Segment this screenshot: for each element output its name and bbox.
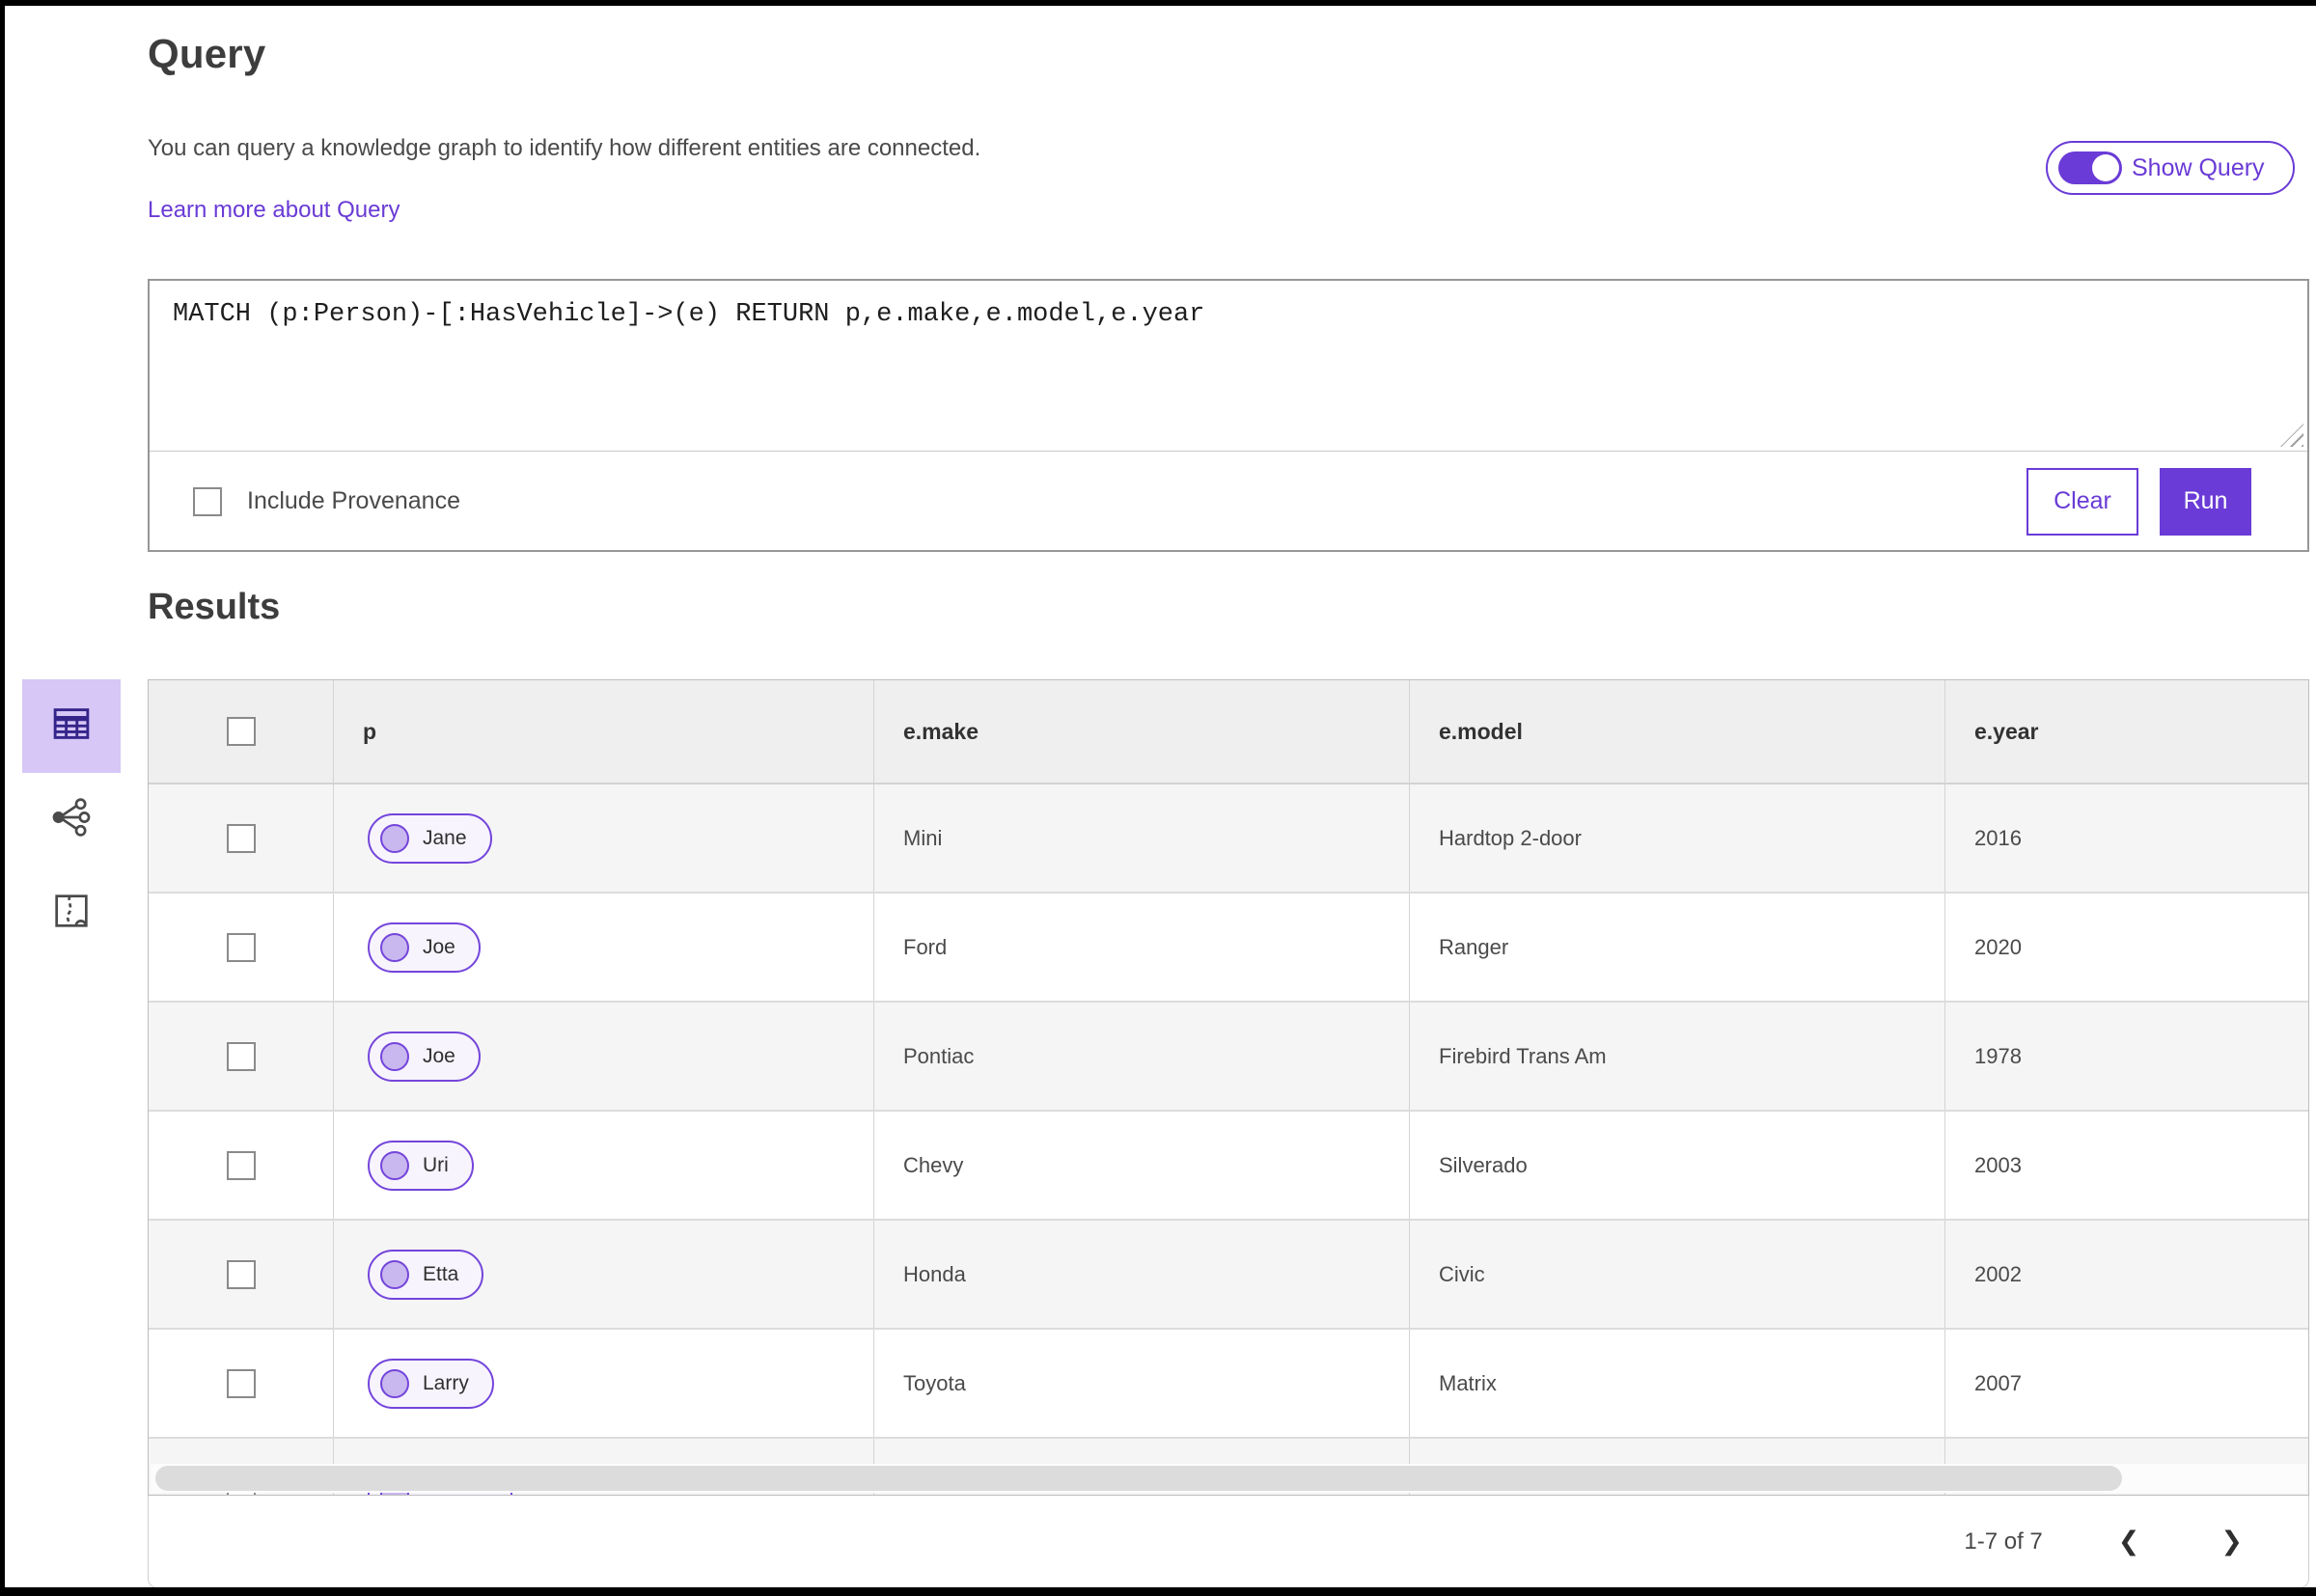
pagination-range: 1-7 of 7 <box>1964 1527 2043 1555</box>
query-input[interactable]: MATCH (p:Person)-[:HasVehicle]->(e) RETU… <box>150 281 2307 451</box>
row-checkbox[interactable] <box>226 823 256 853</box>
horizontal-scrollbar-track[interactable] <box>151 1464 2306 1493</box>
next-page-icon[interactable]: ❯ <box>2215 1523 2248 1560</box>
select-all-checkbox[interactable] <box>226 717 256 746</box>
show-query-label: Show Query <box>2132 153 2265 181</box>
entity-pill[interactable]: Joe <box>368 1031 481 1082</box>
entity-pill[interactable]: Jane <box>368 812 492 864</box>
row-checkbox[interactable] <box>226 1150 256 1180</box>
row-checkbox[interactable] <box>226 932 256 962</box>
entity-dot-icon <box>380 1150 409 1180</box>
table-row: Etta Honda Civic 2002 <box>149 1221 2308 1330</box>
show-query-toggle[interactable]: Show Query <box>2046 141 2295 195</box>
entity-dot-icon <box>380 1368 409 1398</box>
toggle-switch-icon[interactable] <box>2058 151 2122 184</box>
page-description: You can query a knowledge graph to ident… <box>148 135 981 161</box>
table-header-row: p e.make e.model e.year <box>149 680 2308 784</box>
query-panel-footer: Include Provenance Clear Run <box>150 452 2307 551</box>
run-button[interactable]: Run <box>2160 467 2251 536</box>
page-title: Query <box>148 31 266 76</box>
table-row: Uri Chevy Silverado 2003 <box>149 1112 2308 1221</box>
entity-pill[interactable]: Etta <box>368 1249 484 1300</box>
row-checkbox[interactable] <box>226 1041 256 1071</box>
learn-more-link[interactable]: Learn more about Query <box>148 197 400 224</box>
column-header-p: p <box>334 680 874 783</box>
row-checkbox[interactable] <box>226 1259 256 1289</box>
column-header-make: e.make <box>874 680 1410 783</box>
entity-dot-icon <box>380 1041 409 1071</box>
table-row: Joe Ford Ranger 2020 <box>149 894 2308 1003</box>
column-header-year: e.year <box>1974 718 2039 744</box>
link-chart-icon <box>49 795 94 844</box>
horizontal-scrollbar-thumb[interactable] <box>155 1466 2122 1491</box>
column-header-model: e.model <box>1410 680 1945 783</box>
table-icon <box>49 702 94 751</box>
previous-page-icon[interactable]: ❮ <box>2112 1523 2146 1560</box>
map-icon <box>49 889 94 938</box>
entity-pill[interactable]: Joe <box>368 922 481 973</box>
entity-dot-icon <box>380 823 409 853</box>
table-row: Joe Pontiac Firebird Trans Am 1978 <box>149 1003 2308 1112</box>
table-row: Larry Toyota Matrix 2007 <box>149 1330 2308 1439</box>
pagination-bar: 1-7 of 7 ❮ ❯ <box>148 1496 2309 1587</box>
query-editor-panel: MATCH (p:Person)-[:HasVehicle]->(e) RETU… <box>148 279 2309 552</box>
row-checkbox[interactable] <box>226 1368 256 1398</box>
include-provenance-checkbox[interactable] <box>193 486 222 516</box>
entity-dot-icon <box>380 1259 409 1289</box>
results-table: p e.make e.model e.year Jane Mini Hardto… <box>148 679 2309 1496</box>
tab-table-view[interactable] <box>22 679 121 773</box>
table-row: Jane Mini Hardtop 2-door 2016 <box>149 784 2308 894</box>
query-page: Query You can query a knowledge graph to… <box>5 6 2316 1587</box>
view-switcher <box>22 679 121 960</box>
entity-dot-icon <box>380 932 409 962</box>
tab-link-chart-view[interactable] <box>22 773 121 867</box>
include-provenance-option[interactable]: Include Provenance <box>193 486 460 516</box>
include-provenance-label: Include Provenance <box>247 487 460 514</box>
tab-map-view[interactable] <box>22 867 121 960</box>
entity-pill[interactable]: Larry <box>368 1358 494 1409</box>
results-title: Results <box>148 587 281 627</box>
entity-pill[interactable]: Uri <box>368 1140 474 1191</box>
clear-button[interactable]: Clear <box>2026 467 2138 536</box>
query-editor-area: MATCH (p:Person)-[:HasVehicle]->(e) RETU… <box>150 281 2307 452</box>
